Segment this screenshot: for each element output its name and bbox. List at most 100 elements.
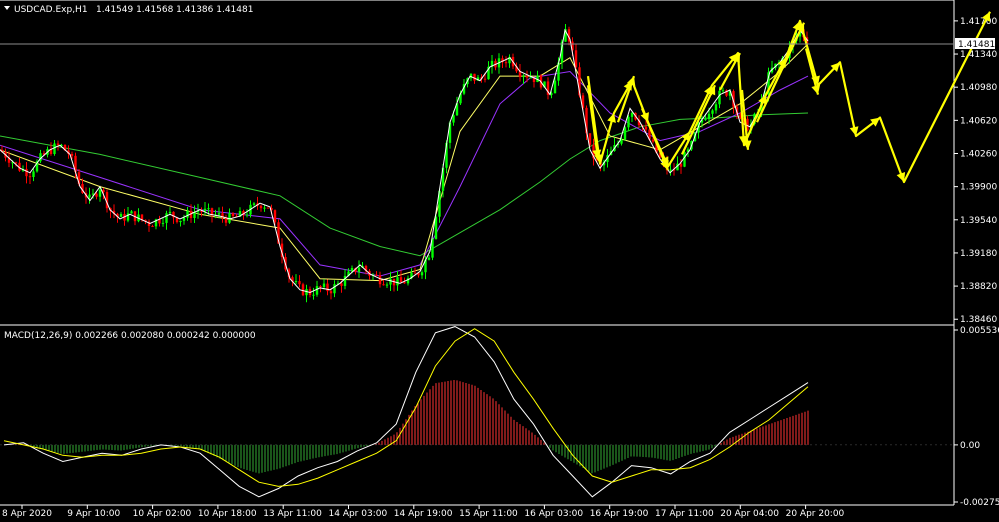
candle-body — [413, 272, 417, 274]
candle-body — [25, 168, 28, 177]
macd-title: MACD(12,26,9) 0.002266 0.002080 0.000242… — [4, 331, 256, 341]
candle-body — [88, 194, 91, 198]
candle-body — [522, 75, 525, 78]
macd-tick-label: 0.005536 — [960, 326, 999, 336]
candle-body — [721, 90, 725, 92]
time-tick-label: 20 Apr 04:00 — [720, 509, 779, 519]
candle-body — [231, 213, 235, 217]
candle-body — [375, 274, 378, 276]
candle-body — [574, 50, 578, 68]
candle-body — [340, 283, 343, 286]
candle-body — [179, 220, 182, 223]
candle-body — [98, 189, 102, 197]
candle-body — [252, 203, 256, 205]
candle-body — [707, 113, 711, 120]
candle-body — [207, 208, 210, 210]
candle-body — [620, 139, 623, 144]
candle-body — [718, 90, 721, 105]
candle-body — [319, 286, 322, 288]
candle-body — [420, 272, 424, 276]
candle-body — [396, 277, 399, 286]
candle-body — [644, 126, 648, 130]
macd-tick-label: -0.002752 — [960, 498, 999, 508]
candle-body — [151, 225, 154, 227]
price-tick-label: 1.40620 — [960, 116, 997, 126]
candle-body — [623, 127, 627, 140]
price-tick-label: 1.38820 — [960, 282, 997, 292]
candle-body — [301, 284, 305, 296]
macd-tick-label: 0.00 — [960, 441, 980, 451]
candle-body — [217, 213, 221, 215]
current-price-label: 1.41481 — [955, 38, 995, 50]
candle-body — [161, 222, 165, 224]
candle-body — [357, 267, 361, 272]
candle-body — [378, 275, 382, 285]
time-tick-label: 17 Apr 11:00 — [655, 509, 714, 519]
candle-body — [95, 193, 98, 197]
candle-body — [263, 207, 266, 209]
candle-body — [186, 210, 189, 218]
time-tick-label: 10 Apr 02:00 — [133, 509, 192, 519]
candle-body — [329, 291, 333, 294]
time-tick-label: 14 Apr 03:00 — [329, 509, 388, 519]
price-tick-label: 1.41700 — [960, 17, 997, 27]
candle-body — [525, 75, 529, 78]
time-tick-label: 16 Apr 03:00 — [524, 509, 583, 519]
time-tick-label: 13 Apr 11:00 — [263, 509, 322, 519]
candle-body — [168, 211, 172, 214]
candle-body — [529, 77, 532, 79]
symbol-title: USDCAD.Exp,H1 — [14, 5, 88, 15]
candle-body — [70, 153, 74, 156]
chart-canvas: 1.417001.413401.409801.406201.402601.399… — [0, 0, 999, 522]
candle-body — [298, 281, 301, 285]
price-tick-label: 1.40260 — [960, 149, 997, 159]
price-tick-label: 1.38460 — [960, 315, 997, 325]
candle-body — [473, 73, 476, 81]
candle-body — [382, 284, 385, 286]
candle-body — [266, 207, 270, 209]
time-tick-label: 9 Apr 10:00 — [67, 509, 120, 519]
price-tick-label: 1.39180 — [960, 249, 997, 259]
candle-body — [711, 110, 714, 114]
candle-body — [504, 62, 508, 64]
candle-body — [403, 282, 406, 284]
price-tick-label: 1.40980 — [960, 83, 997, 93]
time-tick-label: 15 Apr 11:00 — [459, 509, 518, 519]
ohlc-readout: 1.41549 1.41568 1.41386 1.41481 — [96, 5, 253, 15]
candle-body — [259, 205, 263, 209]
candle-body — [294, 281, 298, 283]
candle-body — [427, 257, 431, 260]
candle-body — [553, 80, 557, 94]
price-tick-label: 1.39540 — [960, 216, 997, 226]
time-tick-label: 10 Apr 18:00 — [198, 509, 257, 519]
candle-body — [399, 277, 403, 283]
candle-body — [714, 104, 718, 111]
price-tick-label: 1.39900 — [960, 183, 997, 193]
time-tick-label: 20 Apr 20:00 — [786, 509, 845, 519]
candle-body — [203, 208, 207, 212]
candle-body — [273, 210, 277, 223]
candle-body — [704, 119, 707, 121]
candle-body — [630, 112, 634, 117]
candle-body — [28, 176, 32, 178]
candle-body — [130, 211, 133, 214]
candle-body — [385, 284, 389, 286]
candle-body — [483, 78, 487, 80]
candle-body — [333, 284, 336, 294]
candle-body — [32, 171, 35, 178]
candle-body — [56, 143, 60, 145]
time-tick-label: 16 Apr 19:00 — [590, 509, 649, 519]
candle-body — [182, 217, 186, 221]
time-tick-label: 8 Apr 2020 — [2, 509, 52, 519]
candle-body — [53, 143, 56, 154]
candle-body — [312, 294, 315, 296]
candle-body — [669, 169, 672, 171]
current-price-text: 1.41481 — [958, 40, 995, 50]
candle-body — [245, 214, 249, 216]
time-tick-label: 14 Apr 19:00 — [394, 509, 453, 519]
candle-body — [627, 116, 630, 128]
candle-body — [165, 213, 168, 223]
candle-body — [119, 214, 123, 217]
candle-body — [315, 286, 319, 295]
candle-body — [322, 283, 326, 288]
